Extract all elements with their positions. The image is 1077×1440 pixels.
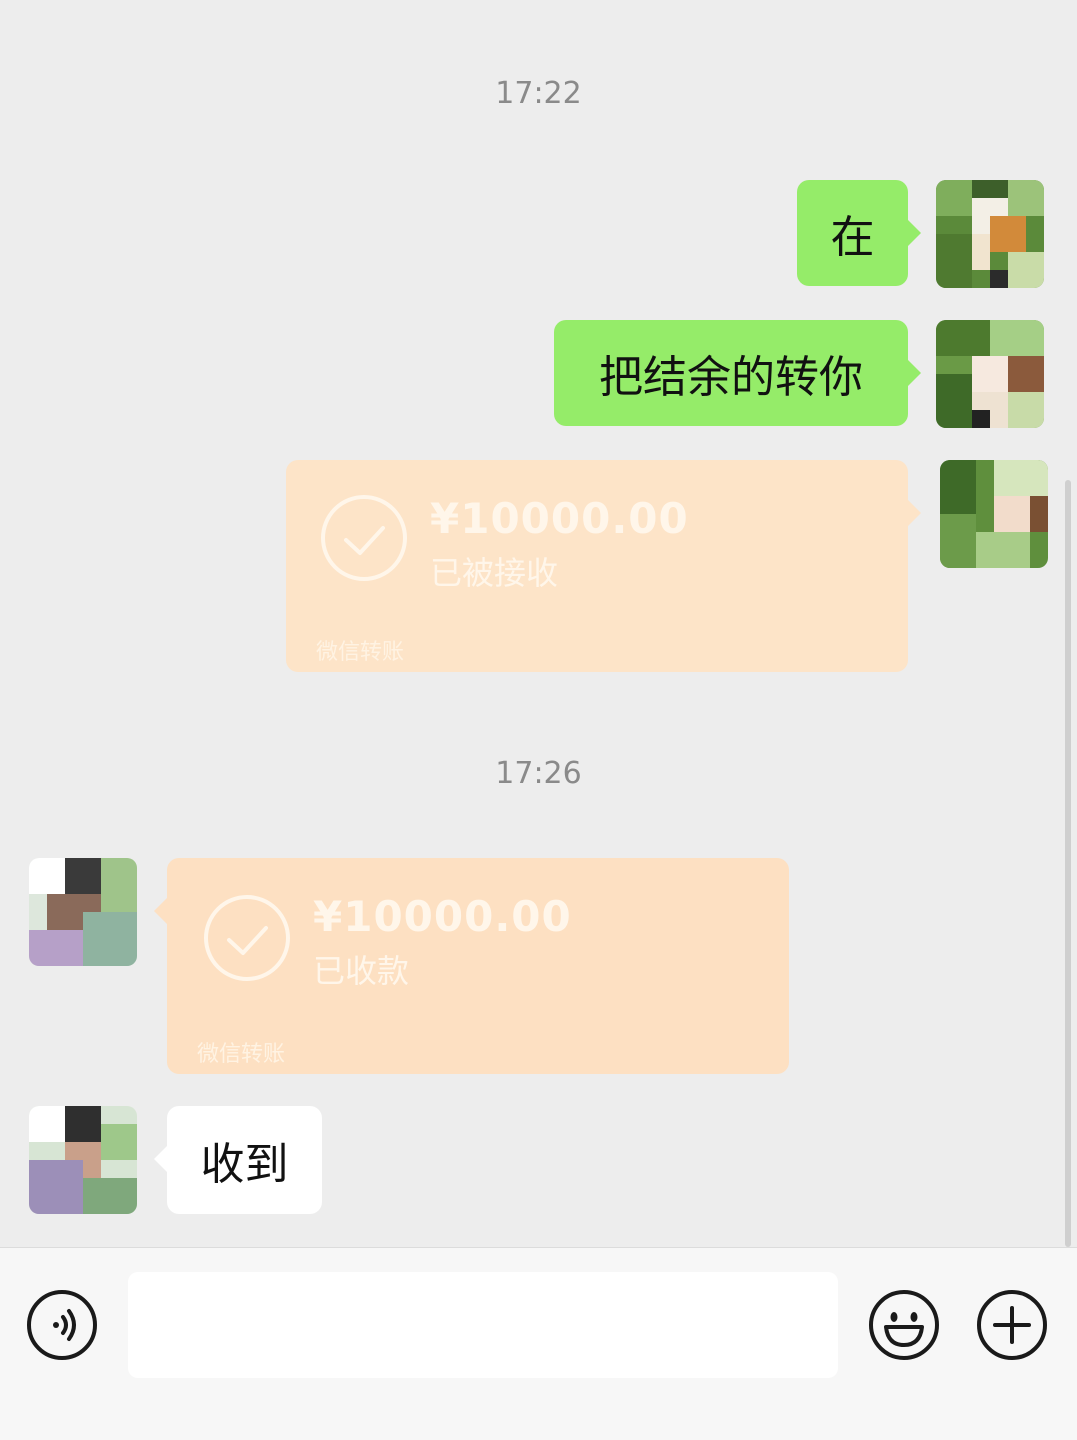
plus-icon[interactable]	[976, 1289, 1048, 1361]
timestamp: 17:22	[495, 76, 582, 111]
scrollbar[interactable]	[1065, 480, 1071, 1247]
bubble-tail	[907, 219, 921, 247]
my-avatar[interactable]	[936, 320, 1044, 428]
check-circle-icon	[321, 495, 407, 581]
bubble-tail	[907, 359, 921, 387]
voice-icon[interactable]	[26, 1289, 98, 1361]
emoji-icon[interactable]	[868, 1289, 940, 1361]
sent-message-bubble[interactable]: 把结余的转你	[554, 320, 908, 426]
received-transfer-card[interactable]: ¥10000.00 已收款 微信转账	[167, 858, 789, 1074]
transfer-footer: 微信转账	[316, 640, 405, 665]
bubble-tail	[907, 499, 921, 527]
timestamp: 17:26	[495, 756, 582, 791]
my-avatar[interactable]	[936, 180, 1044, 288]
transfer-status: 已被接收	[430, 554, 559, 592]
my-avatar[interactable]	[940, 460, 1048, 568]
chat-area[interactable]: 17:22 在 把结余的转你 ¥10000.00 已被接收 微信转账 17:26…	[0, 0, 1077, 1247]
transfer-amount: ¥10000.00	[313, 892, 572, 941]
sent-transfer-card[interactable]: ¥10000.00 已被接收 微信转账	[286, 460, 908, 672]
contact-avatar[interactable]	[29, 858, 137, 966]
bubble-tail	[154, 897, 168, 925]
contact-avatar[interactable]	[29, 1106, 137, 1214]
message-input[interactable]	[128, 1272, 838, 1378]
bubble-tail	[154, 1145, 168, 1173]
sent-message-bubble[interactable]: 在	[797, 180, 908, 286]
input-bar	[0, 1247, 1077, 1440]
transfer-status: 已收款	[313, 952, 410, 990]
transfer-amount: ¥10000.00	[430, 494, 689, 543]
transfer-footer: 微信转账	[197, 1042, 286, 1067]
check-circle-icon	[204, 895, 290, 981]
received-message-bubble[interactable]: 收到	[167, 1106, 322, 1214]
